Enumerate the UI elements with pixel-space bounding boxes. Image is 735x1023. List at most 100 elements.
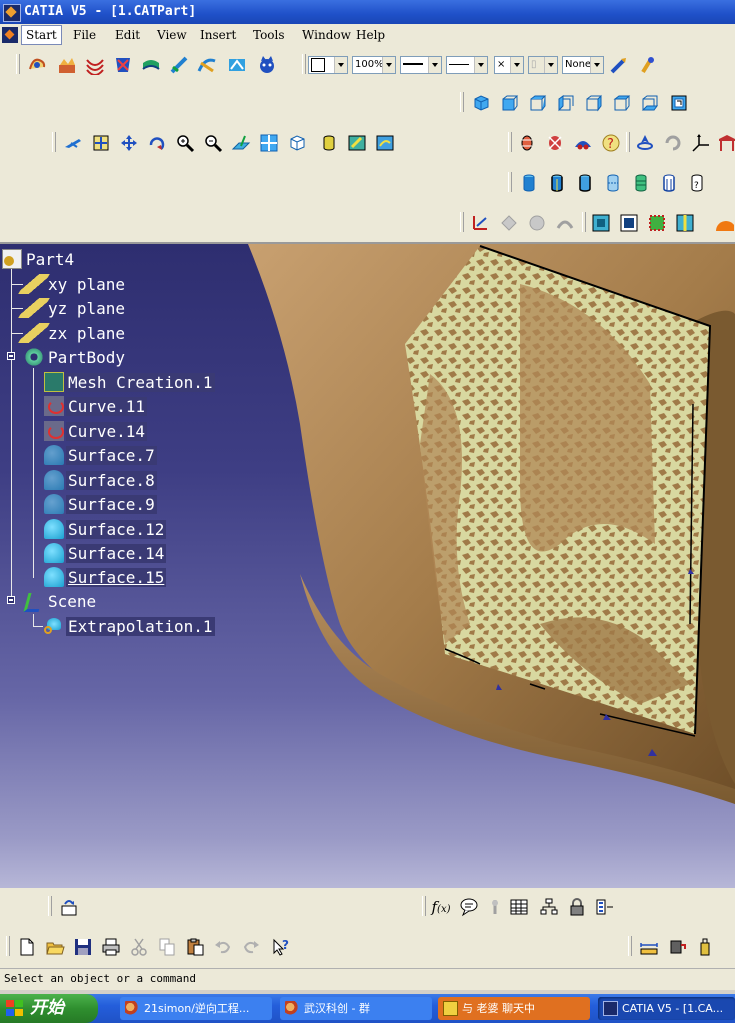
tree-item-curve-14[interactable]: Curve.14: [44, 420, 148, 442]
open-folder-icon[interactable]: [44, 936, 66, 958]
menu-insert[interactable]: Insert: [196, 26, 240, 44]
toolbar-grip[interactable]: [626, 132, 630, 152]
help-analysis-icon[interactable]: ?: [600, 132, 622, 154]
save-icon[interactable]: [72, 936, 94, 958]
menu-start[interactable]: Start: [21, 25, 62, 45]
update-icon[interactable]: [58, 896, 80, 918]
cylinder-shading-icon[interactable]: [518, 172, 540, 194]
tree-item-surface-8[interactable]: Surface.8: [44, 469, 157, 491]
menu-tools[interactable]: Tools: [249, 26, 289, 44]
tree-item-surface-7[interactable]: Surface.7: [44, 444, 157, 466]
hide-show-icon[interactable]: [346, 132, 368, 154]
toolbar-grip[interactable]: [422, 896, 426, 916]
select-polygon-icon[interactable]: [674, 212, 696, 234]
menu-view[interactable]: View: [153, 26, 191, 44]
undo-icon[interactable]: [212, 936, 234, 958]
select-intersect-icon[interactable]: [646, 212, 668, 234]
measure-inertia-icon[interactable]: [694, 936, 716, 958]
menu-file[interactable]: File: [69, 26, 100, 44]
tree-item-surface-9[interactable]: Surface.9: [44, 493, 157, 515]
3d-viewport[interactable]: Part4 xy plane yz plane zx plane PartBod…: [0, 242, 735, 890]
cloud-import-icon[interactable]: [56, 54, 78, 76]
deviation-analysis-icon[interactable]: [516, 132, 538, 154]
taskbar-item-wuhan-group[interactable]: 武汉科创 - 群: [280, 997, 432, 1020]
named-views-icon[interactable]: [668, 92, 690, 114]
toolbar-grip[interactable]: [16, 54, 20, 74]
select-trap-icon[interactable]: [618, 212, 640, 234]
collapse-toggle[interactable]: [7, 352, 15, 360]
cut-icon[interactable]: [128, 936, 150, 958]
tree-item-xy-plane[interactable]: xy plane: [18, 273, 127, 295]
print-icon[interactable]: [100, 936, 122, 958]
swap-visible-space-icon[interactable]: [374, 132, 396, 154]
snap-icon[interactable]: [662, 132, 684, 154]
view-back-icon[interactable]: [526, 92, 548, 114]
cylinder-materials-icon[interactable]: [658, 172, 680, 194]
line-type-combo[interactable]: [446, 56, 488, 74]
select-mode-icon[interactable]: [590, 212, 612, 234]
menu-help[interactable]: Help: [352, 26, 389, 44]
power-fit-icon[interactable]: [226, 54, 248, 76]
catia-app-icon[interactable]: [3, 4, 21, 22]
tree-item-yz-plane[interactable]: yz plane: [18, 297, 127, 319]
transparency-combo[interactable]: 100%: [352, 56, 396, 74]
rendering-style-combo[interactable]: ▯: [528, 56, 558, 74]
tree-root[interactable]: Part4: [2, 248, 76, 270]
tree-item-mesh-creation[interactable]: Mesh Creation.1: [44, 371, 215, 393]
toolbar-grip[interactable]: [582, 212, 586, 232]
normal-view-icon[interactable]: [230, 132, 252, 154]
surface-from-mesh-icon[interactable]: [140, 54, 162, 76]
copy-icon[interactable]: [156, 936, 178, 958]
view-bottom-icon[interactable]: [638, 92, 660, 114]
connect-checker-icon[interactable]: [544, 132, 566, 154]
tree-item-extrapolation[interactable]: Extrapolation.1: [44, 615, 215, 637]
toolbar-grip[interactable]: [48, 896, 52, 916]
tree-item-partbody[interactable]: PartBody: [24, 346, 127, 368]
point-symbol-combo[interactable]: ×: [494, 56, 524, 74]
view-isometric-icon[interactable]: [470, 92, 492, 114]
paste-icon[interactable]: [184, 936, 206, 958]
toolbar-grip[interactable]: [508, 172, 512, 192]
toolbar-grip[interactable]: [52, 132, 56, 152]
toolbar-grip[interactable]: [6, 936, 10, 956]
view-left-icon[interactable]: [554, 92, 576, 114]
tree-item-curve-11[interactable]: Curve.11: [44, 395, 148, 417]
axis-system-icon[interactable]: [690, 132, 712, 154]
taskbar-item-chat[interactable]: 与 老婆 聊天中: [438, 997, 590, 1020]
knowledge-icon[interactable]: [484, 896, 506, 918]
document-icon[interactable]: [2, 27, 18, 43]
cat-head-icon[interactable]: [256, 54, 278, 76]
fly-mode-icon[interactable]: [62, 132, 84, 154]
multi-view-icon[interactable]: [258, 132, 280, 154]
view-front-icon[interactable]: [498, 92, 520, 114]
layer-combo[interactable]: None: [562, 56, 604, 74]
curvature-analysis-icon[interactable]: [572, 132, 594, 154]
measure-item-icon[interactable]: [666, 936, 688, 958]
menu-edit[interactable]: Edit: [111, 26, 144, 44]
customize-view-icon[interactable]: ?: [686, 172, 708, 194]
taskbar-item-catia[interactable]: CATIA V5 - [1.CA...: [598, 997, 735, 1020]
fit-all-in-icon[interactable]: [90, 132, 112, 154]
window-title-bar[interactable]: CATIA V5 - [1.CATPart]: [0, 0, 735, 24]
view-top-icon[interactable]: [610, 92, 632, 114]
tree-item-surface-15[interactable]: Surface.15: [44, 566, 167, 588]
whats-this-icon[interactable]: ?: [270, 936, 292, 958]
redo-icon[interactable]: [240, 936, 262, 958]
cylinder-wireframe-icon[interactable]: [630, 172, 652, 194]
design-table-icon[interactable]: [508, 896, 530, 918]
sketch-tracer-icon[interactable]: [26, 54, 48, 76]
view-right-icon[interactable]: [582, 92, 604, 114]
toolbar-grip[interactable]: [628, 936, 632, 956]
collapse-toggle[interactable]: [7, 596, 15, 604]
toolbar-grip[interactable]: [508, 132, 512, 152]
planar-section-icon[interactable]: [168, 54, 190, 76]
compass-icon[interactable]: [634, 132, 656, 154]
tree-structure-icon[interactable]: [538, 896, 560, 918]
pan-icon[interactable]: [118, 132, 140, 154]
curve-network-icon[interactable]: [84, 54, 106, 76]
toolbar-grip[interactable]: [302, 54, 306, 74]
cylinder-hidden-edges-icon[interactable]: [574, 172, 596, 194]
fill-color-combo[interactable]: [308, 56, 348, 74]
lock-icon[interactable]: [566, 896, 588, 918]
zoom-in-icon[interactable]: [174, 132, 196, 154]
